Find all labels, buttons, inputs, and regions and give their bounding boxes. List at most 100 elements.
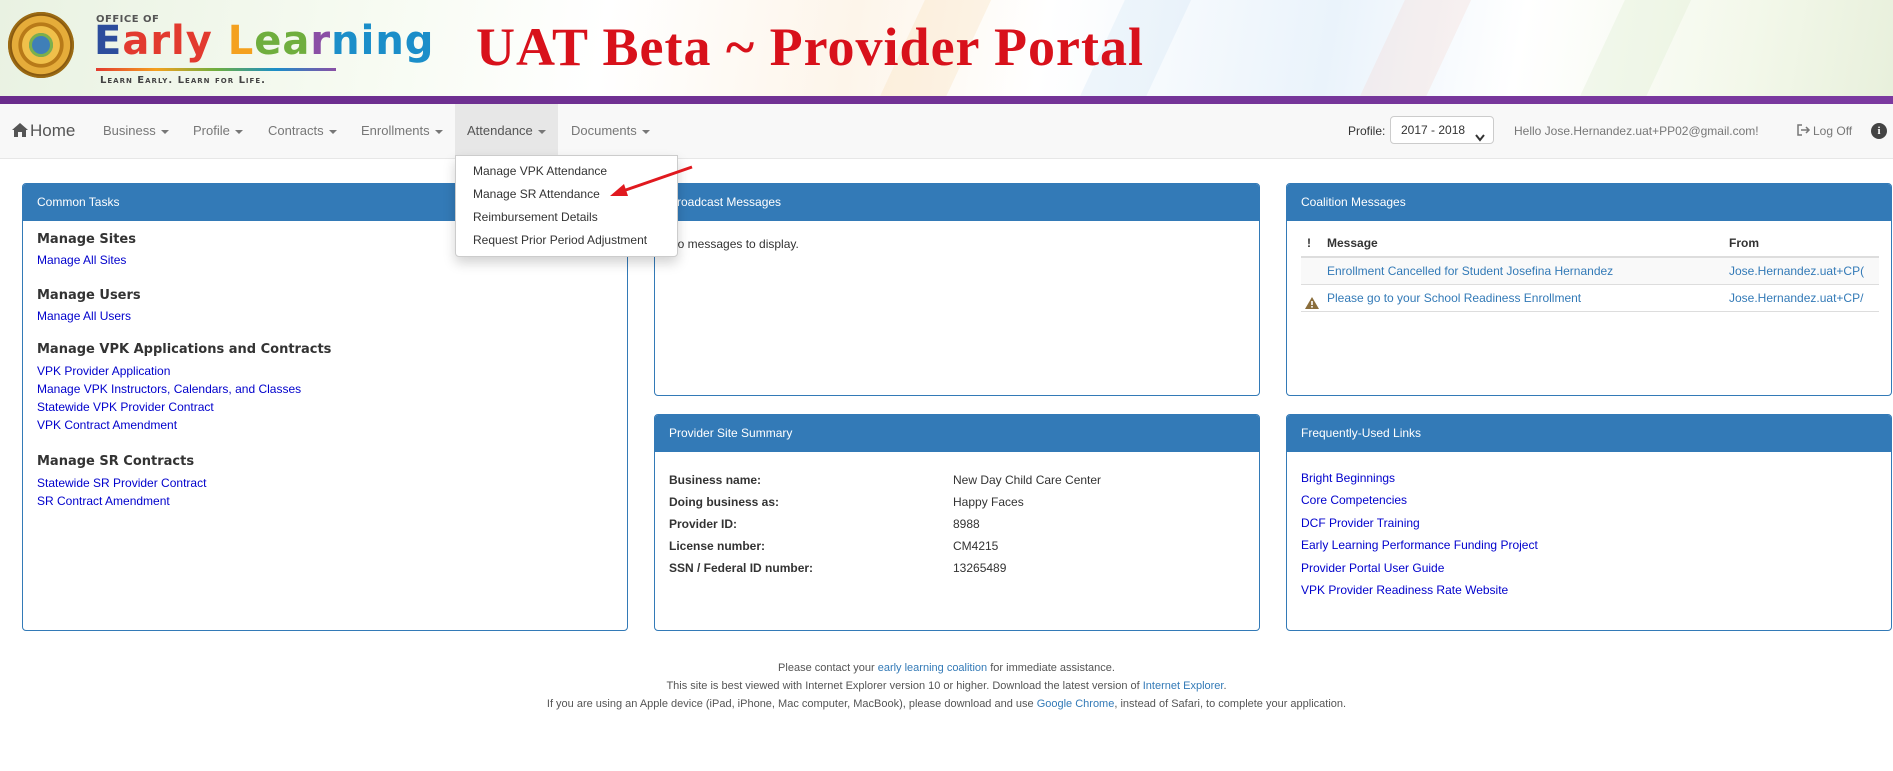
link-vpk-readiness-rate-website[interactable]: VPK Provider Readiness Rate Website bbox=[1301, 583, 1508, 597]
panel-heading: Coalition Messages bbox=[1287, 184, 1891, 221]
frequently-used-links-panel: Frequently-Used Links Bright Beginnings … bbox=[1286, 414, 1892, 631]
section-title: Manage Users bbox=[37, 288, 141, 303]
table-header: ! Message From bbox=[1301, 230, 1879, 258]
summary-label: SSN / Federal ID number: bbox=[669, 561, 814, 575]
link-bright-beginnings[interactable]: Bright Beginnings bbox=[1301, 471, 1395, 485]
nav-business[interactable]: Business bbox=[103, 104, 169, 158]
table-row[interactable]: Enrollment Cancelled for Student Josefin… bbox=[1301, 258, 1879, 285]
summary-label: License number: bbox=[669, 539, 766, 553]
link-vpk-contract-amendment[interactable]: VPK Contract Amendment bbox=[37, 418, 177, 432]
nav-home-label: Home bbox=[30, 121, 76, 140]
nav-contracts[interactable]: Contracts bbox=[268, 104, 337, 158]
page-title: UAT Beta ~ Provider Portal bbox=[476, 17, 1144, 77]
link-provider-portal-user-guide[interactable]: Provider Portal User Guide bbox=[1301, 561, 1444, 575]
footer-text: for immediate assistance. bbox=[987, 662, 1115, 674]
link-manage-all-users[interactable]: Manage All Users bbox=[37, 309, 131, 323]
footer-contact-line: Please contact your early learning coali… bbox=[0, 662, 1893, 674]
warning-icon bbox=[1305, 292, 1319, 318]
red-arrow-annotation bbox=[610, 165, 693, 196]
link-sr-contract-amendment[interactable]: SR Contract Amendment bbox=[37, 494, 170, 508]
section-title: Manage SR Contracts bbox=[37, 454, 195, 469]
panel-heading: Frequently-Used Links bbox=[1287, 415, 1891, 452]
site-header: OFFICE OF Early Learning Learn Early. Le… bbox=[0, 0, 1893, 96]
link-statewide-sr-contract[interactable]: Statewide SR Provider Contract bbox=[37, 476, 206, 490]
footer-browser-line: This site is best viewed with Internet E… bbox=[0, 680, 1893, 692]
nav-enrollments[interactable]: Enrollments bbox=[361, 104, 443, 158]
logo-tagline: Learn Early. Learn for Life. bbox=[100, 75, 266, 86]
caret-down-icon bbox=[537, 129, 546, 134]
footer-text: , instead of Safari, to complete your ap… bbox=[1114, 698, 1347, 710]
link-dcf-provider-training[interactable]: DCF Provider Training bbox=[1301, 516, 1420, 530]
nav-attendance[interactable]: Attendance bbox=[455, 104, 558, 158]
summary-value: CM4215 bbox=[953, 539, 999, 553]
logoff-icon bbox=[1797, 124, 1813, 138]
table-row[interactable]: Please go to your School Readiness Enrol… bbox=[1301, 285, 1879, 312]
link-vpk-provider-application[interactable]: VPK Provider Application bbox=[37, 364, 170, 378]
col-message: Message bbox=[1327, 236, 1378, 250]
message-link[interactable]: Enrollment Cancelled for Student Josefin… bbox=[1327, 258, 1613, 284]
footer-text: . bbox=[1223, 680, 1227, 692]
profile-year-value: 2017 - 2018 bbox=[1401, 123, 1466, 137]
footer-text: Please contact your bbox=[778, 662, 878, 674]
google-chrome-link[interactable]: Google Chrome bbox=[1037, 698, 1115, 710]
link-core-competencies[interactable]: Core Competencies bbox=[1301, 493, 1407, 507]
link-manage-vpk-instructors[interactable]: Manage VPK Instructors, Calendars, and C… bbox=[37, 382, 301, 396]
col-flag: ! bbox=[1307, 236, 1311, 250]
menu-item-reimbursement-details[interactable]: Reimbursement Details bbox=[456, 206, 677, 229]
header-divider bbox=[0, 96, 1893, 104]
panel-heading: Provider Site Summary bbox=[655, 415, 1259, 452]
nav-profile-label: Profile bbox=[193, 123, 230, 138]
profile-year-select[interactable]: 2017 - 2018 bbox=[1390, 116, 1494, 144]
logoff-button[interactable]: Log Off bbox=[1797, 104, 1852, 158]
caret-down-icon bbox=[641, 129, 650, 134]
summary-label: Doing business as: bbox=[669, 495, 780, 509]
footer-apple-line: If you are using an Apple device (iPad, … bbox=[0, 698, 1893, 710]
summary-label: Business name: bbox=[669, 473, 762, 487]
caret-down-icon bbox=[434, 129, 443, 134]
summary-value: 13265489 bbox=[953, 561, 1007, 575]
state-seal-logo[interactable] bbox=[8, 12, 74, 78]
nav-business-label: Business bbox=[103, 123, 156, 138]
header-decoration bbox=[1560, 0, 1700, 96]
caret-down-icon bbox=[234, 129, 243, 134]
nav-attendance-label: Attendance bbox=[467, 123, 533, 138]
nav-home[interactable]: Home bbox=[12, 104, 75, 158]
panel-heading: Broadcast Messages bbox=[655, 184, 1259, 221]
col-from: From bbox=[1729, 236, 1759, 250]
user-greeting: Hello Jose.Hernandez.uat+PP02@gmail.com! bbox=[1514, 124, 1759, 138]
info-icon[interactable]: i bbox=[1871, 123, 1887, 139]
link-performance-funding-project[interactable]: Early Learning Performance Funding Proje… bbox=[1301, 538, 1538, 552]
from-link[interactable]: Jose.Hernandez.uat+CP( bbox=[1729, 258, 1879, 284]
early-learning-logo[interactable]: Early Learning bbox=[94, 18, 434, 64]
logo-underline bbox=[96, 68, 336, 71]
nav-documents[interactable]: Documents bbox=[571, 104, 650, 158]
header-decoration bbox=[1340, 0, 1480, 96]
nav-documents-label: Documents bbox=[571, 123, 637, 138]
from-link[interactable]: Jose.Hernandez.uat+CP/ bbox=[1729, 285, 1879, 311]
nav-contracts-label: Contracts bbox=[268, 123, 324, 138]
footer-text: If you are using an Apple device (iPad, … bbox=[546, 698, 1037, 710]
coalition-messages-panel: Coalition Messages ! Message From Enroll… bbox=[1286, 183, 1892, 396]
link-statewide-vpk-contract[interactable]: Statewide VPK Provider Contract bbox=[37, 400, 214, 414]
footer-text: This site is best viewed with Internet E… bbox=[666, 680, 1143, 692]
menu-item-request-prior-period-adjustment[interactable]: Request Prior Period Adjustment bbox=[456, 229, 677, 252]
coalition-messages-table: ! Message From Enrollment Cancelled for … bbox=[1301, 230, 1879, 312]
nav-profile[interactable]: Profile bbox=[193, 104, 243, 158]
home-icon bbox=[12, 105, 28, 159]
provider-site-summary-panel: Provider Site Summary Business name: New… bbox=[654, 414, 1260, 631]
logoff-label: Log Off bbox=[1813, 124, 1853, 138]
early-learning-coalition-link[interactable]: early learning coalition bbox=[878, 662, 987, 674]
summary-value: 8988 bbox=[953, 517, 980, 531]
summary-value: New Day Child Care Center bbox=[953, 473, 1102, 487]
section-title: Manage Sites bbox=[37, 232, 136, 247]
message-link[interactable]: Please go to your School Readiness Enrol… bbox=[1327, 285, 1581, 311]
nav-enrollments-label: Enrollments bbox=[361, 123, 430, 138]
summary-value: Happy Faces bbox=[953, 495, 1024, 509]
profile-label: Profile: bbox=[1348, 124, 1386, 138]
link-manage-all-sites[interactable]: Manage All Sites bbox=[37, 253, 126, 267]
caret-down-icon bbox=[160, 129, 169, 134]
chevron-down-icon bbox=[1475, 125, 1485, 151]
internet-explorer-link[interactable]: Internet Explorer bbox=[1143, 680, 1224, 692]
summary-label: Provider ID: bbox=[669, 517, 738, 531]
empty-message: No messages to display. bbox=[669, 237, 799, 251]
